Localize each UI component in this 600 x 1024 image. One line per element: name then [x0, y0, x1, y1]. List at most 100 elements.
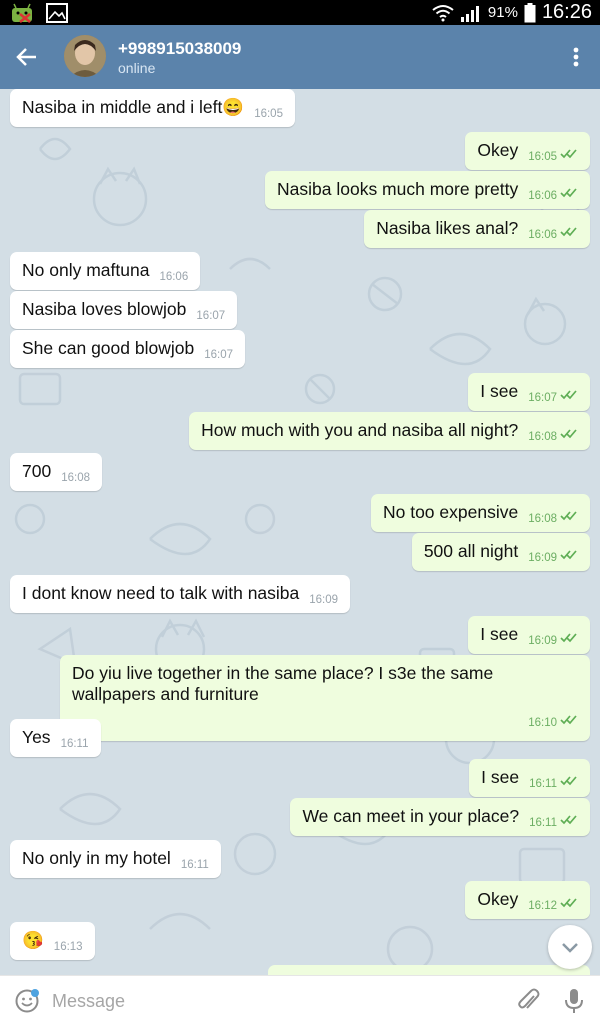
outgoing-message[interactable]: Do yiu live together in the same place? … — [60, 655, 590, 741]
chat-header: +998915038009 online — [0, 25, 600, 89]
emoji-icon[interactable] — [14, 988, 40, 1014]
message-meta: 16:09 — [299, 583, 339, 606]
message-meta: 16:11 — [171, 848, 209, 871]
message-text: Okey — [477, 140, 519, 160]
message-time: 16:11 — [529, 817, 557, 829]
message-meta: 16:07 — [518, 381, 578, 404]
outgoing-message[interactable]: No too expensive 16:08 — [370, 494, 590, 532]
outgoing-message[interactable]: I see 16:07 — [468, 373, 590, 411]
more-vertical-icon[interactable] — [566, 45, 586, 69]
incoming-message[interactable]: No only maftuna 16:06 — [10, 252, 201, 290]
clock: 16:26 — [541, 1, 592, 23]
message-meta: 16:12 — [518, 889, 578, 912]
double-check-icon — [557, 806, 578, 826]
message-time: 16:12 — [528, 900, 557, 912]
message-text: I see — [481, 767, 520, 787]
outgoing-message[interactable]: Nasiba looks much more pretty 16:06 — [265, 171, 590, 209]
incoming-message[interactable]: No only in my hotel 16:11 — [10, 840, 221, 878]
message-time: 16:07 — [196, 310, 226, 322]
message-meta: 16:06 — [518, 179, 578, 202]
outgoing-message[interactable]: How much with you and nasiba all night? 1… — [189, 412, 590, 450]
message-meta: 16:10 — [72, 706, 578, 734]
message-time: 16:09 — [528, 635, 557, 647]
incoming-message[interactable]: She can good blowjob 16:07 — [10, 330, 245, 368]
double-check-icon — [557, 767, 578, 787]
battery-percent: 91% — [487, 4, 518, 21]
message-meta: 16:07 — [186, 299, 226, 322]
outgoing-message[interactable]: I see 16:11 — [469, 759, 590, 797]
message-time: 16:08 — [528, 513, 557, 525]
incoming-message[interactable]: I dont know need to talk with nasiba 16:0… — [10, 575, 351, 613]
avatar[interactable] — [64, 35, 106, 77]
message-compose-bar — [0, 975, 600, 1024]
message-meta: 16:11 — [519, 767, 578, 790]
message-text: How much with you and nasiba all night? — [201, 420, 519, 440]
gallery-icon — [46, 3, 68, 23]
message-time: 16:06 — [159, 271, 189, 283]
message-time: 16:07 — [204, 349, 233, 361]
partial-outgoing-bubble — [268, 965, 590, 975]
message-time: 16:11 — [180, 859, 209, 871]
incoming-message[interactable]: 700 16:08 — [10, 453, 102, 491]
message-text: She can good blowjob — [22, 338, 195, 358]
outgoing-message[interactable]: I see 16:09 — [468, 616, 590, 654]
message-meta: 16:08 — [51, 461, 90, 484]
message-meta: 16:06 — [149, 260, 189, 283]
message-text: Nasiba likes anal? — [376, 218, 519, 238]
outgoing-message[interactable]: Nasiba likes anal? 16:06 — [364, 210, 590, 248]
message-text: Nasiba loves blowjob — [22, 299, 187, 319]
double-check-icon — [557, 179, 578, 199]
contact-status: online — [118, 60, 156, 76]
double-check-icon — [557, 140, 578, 160]
message-meta: 16:05 — [518, 140, 578, 163]
back-arrow-icon[interactable] — [14, 43, 42, 71]
message-meta: 16:11 — [519, 806, 578, 829]
android-debug-icon — [12, 3, 32, 23]
message-text: 500 all night — [423, 541, 519, 561]
message-time: 16:11 — [529, 778, 557, 790]
incoming-message[interactable]: Nasiba loves blowjob 16:07 — [10, 291, 238, 329]
contact-name[interactable]: +998915038009 — [118, 39, 241, 59]
message-text: Nasiba looks much more pretty — [277, 179, 519, 199]
outgoing-message[interactable]: Okey 16:05 — [465, 132, 590, 170]
message-time: 16:05 — [528, 151, 557, 163]
battery-icon — [524, 2, 536, 22]
incoming-message[interactable]: Yes 16:11 — [10, 719, 101, 757]
message-meta: 16:08 — [518, 502, 578, 525]
double-check-icon — [557, 889, 578, 909]
incoming-message[interactable]: Nasiba in middle and i left😄 16:05 — [10, 89, 295, 127]
double-check-icon — [557, 706, 578, 726]
message-time: 16:08 — [528, 431, 557, 443]
outgoing-message[interactable]: 500 all night 16:09 — [411, 533, 590, 571]
status-bar: 91% 16:26 — [0, 0, 600, 25]
message-text: I see — [480, 381, 519, 401]
message-meta: 16:06 — [518, 218, 578, 241]
paperclip-icon[interactable] — [515, 987, 541, 1015]
message-time: 16:06 — [528, 190, 557, 202]
wifi-icon — [432, 4, 454, 21]
message-time: 16:09 — [309, 594, 339, 606]
message-time: 16:09 — [528, 552, 557, 564]
message-input[interactable] — [52, 986, 492, 1016]
signal-icon — [460, 5, 479, 22]
outgoing-message[interactable]: Okey 16:12 — [465, 881, 590, 919]
message-text: 700 — [22, 461, 52, 481]
outgoing-message[interactable]: We can meet in your place? 16:11 — [290, 798, 590, 836]
double-check-icon — [557, 420, 578, 440]
double-check-icon — [557, 218, 578, 238]
message-time: 16:08 — [61, 472, 90, 484]
message-time: 16:07 — [528, 392, 557, 404]
message-text: No only maftuna — [22, 260, 150, 280]
scroll-down-button[interactable] — [548, 925, 592, 969]
message-text: No too expensive — [382, 502, 519, 522]
message-text: I see — [480, 624, 519, 644]
double-check-icon — [557, 541, 578, 561]
double-check-icon — [557, 624, 578, 644]
chat-area[interactable]: Nasiba in middle and i left😄 16:05 Okey 16:… — [0, 89, 600, 975]
message-text: Nasiba in middle and i left😄 — [22, 97, 245, 117]
double-check-icon — [557, 502, 578, 522]
microphone-icon[interactable] — [563, 987, 585, 1015]
incoming-message[interactable]: 😘 16:13 — [10, 922, 95, 960]
message-time: 16:10 — [528, 717, 557, 729]
message-text: I dont know need to talk with nasiba — [22, 583, 300, 603]
